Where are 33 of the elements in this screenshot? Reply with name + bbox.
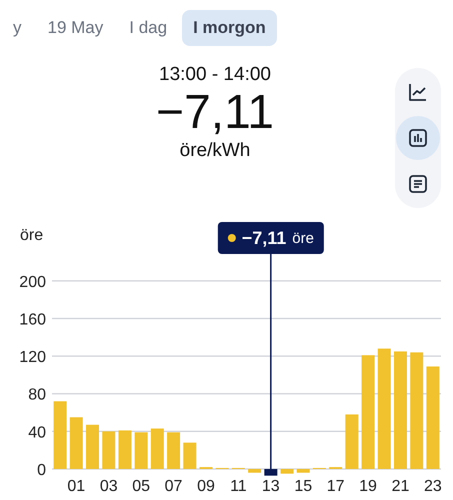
x-tick-label: 19 xyxy=(359,478,377,495)
document-icon xyxy=(408,174,428,194)
y-tick-label: 200 xyxy=(19,274,46,291)
x-tick-label: 17 xyxy=(326,478,345,495)
x-tick-label: 23 xyxy=(424,478,442,495)
y-axis-title: öre xyxy=(20,227,44,244)
x-tick-label: 11 xyxy=(230,478,247,495)
y-tick-label: 160 xyxy=(19,312,46,329)
date-tab[interactable]: 19 May xyxy=(36,10,114,46)
price-unit: öre/kWh xyxy=(180,140,250,162)
tooltip-unit: öre xyxy=(292,230,314,246)
y-tick-label: 40 xyxy=(28,424,46,442)
bar-chart-button[interactable] xyxy=(396,116,440,160)
time-range: 13:00 - 14:00 xyxy=(159,64,271,86)
x-tick-label: 09 xyxy=(197,478,215,495)
bar-chart-icon xyxy=(408,128,428,148)
x-tick-label: 03 xyxy=(100,478,118,495)
x-tick-label: 01 xyxy=(67,478,86,495)
x-tick-label: 05 xyxy=(132,478,150,495)
y-tick-label: 120 xyxy=(19,349,46,366)
dot-icon xyxy=(228,234,236,242)
tooltip-value: −7,11 xyxy=(242,228,286,248)
date-tab[interactable]: y xyxy=(2,10,32,46)
price-value: −7,11 xyxy=(156,86,274,140)
date-tab[interactable]: I dag xyxy=(118,10,178,46)
x-tick-label: 07 xyxy=(164,478,182,495)
x-tick-label: 21 xyxy=(392,478,410,495)
y-tick-label: 0 xyxy=(37,462,46,479)
x-tick-label: 13 xyxy=(262,478,280,495)
date-tab[interactable]: I morgon xyxy=(182,10,277,46)
y-tick-label: 80 xyxy=(28,386,46,404)
line-chart-icon xyxy=(408,82,428,102)
x-tick-label: 15 xyxy=(294,478,312,495)
